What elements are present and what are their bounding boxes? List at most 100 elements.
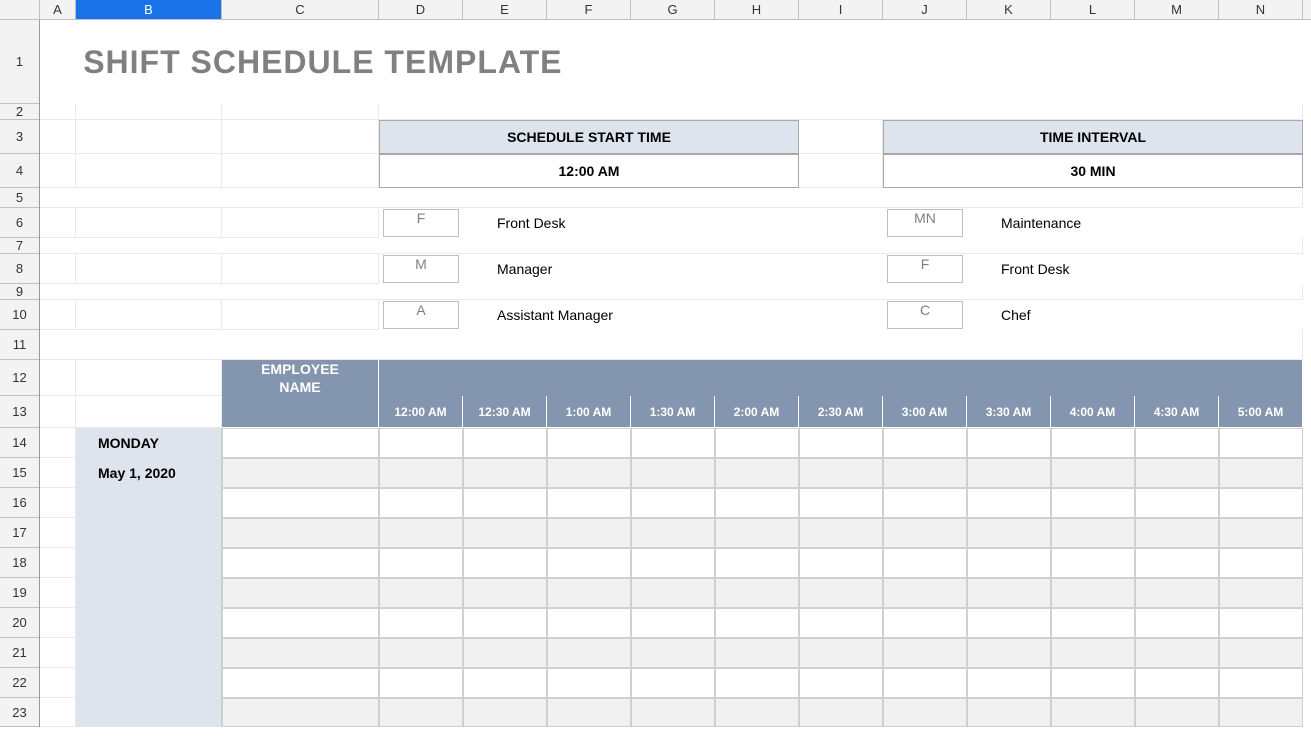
- day-col-blank[interactable]: [76, 668, 222, 698]
- legend-code-F2[interactable]: F: [887, 255, 963, 283]
- data-cell[interactable]: [379, 488, 463, 518]
- row-header-23[interactable]: 23: [0, 698, 39, 727]
- time-header-bar[interactable]: [379, 360, 1303, 396]
- col-header-M[interactable]: M: [1135, 0, 1219, 19]
- cell-A16[interactable]: [40, 488, 76, 518]
- data-cell[interactable]: [1135, 608, 1219, 638]
- select-all-corner[interactable]: [0, 0, 40, 19]
- data-cell[interactable]: [1135, 548, 1219, 578]
- data-cell[interactable]: [547, 518, 631, 548]
- employee-cell-17[interactable]: [222, 518, 379, 548]
- data-cell[interactable]: [715, 488, 799, 518]
- employee-name-header-top[interactable]: EMPLOYEENAME: [222, 360, 379, 396]
- time-col-2[interactable]: 1:00 AM: [547, 396, 631, 428]
- time-col-9[interactable]: 4:30 AM: [1135, 396, 1219, 428]
- row-header-16[interactable]: 16: [0, 488, 39, 518]
- cell-A10[interactable]: [40, 300, 76, 330]
- cell-A6[interactable]: [40, 208, 76, 238]
- cell-A18[interactable]: [40, 548, 76, 578]
- data-cell[interactable]: [799, 668, 883, 698]
- cell-A22[interactable]: [40, 668, 76, 698]
- data-cell[interactable]: [1051, 608, 1135, 638]
- legend-label-maintenance[interactable]: Maintenance: [967, 208, 1303, 238]
- row-header-12[interactable]: 12: [0, 360, 39, 396]
- data-cell[interactable]: [1219, 698, 1303, 727]
- data-cell[interactable]: [379, 698, 463, 727]
- data-cell[interactable]: [799, 428, 883, 458]
- data-cell[interactable]: [463, 638, 547, 668]
- row-header-2[interactable]: 2: [0, 104, 39, 120]
- data-cell[interactable]: [1135, 668, 1219, 698]
- data-cell[interactable]: [631, 488, 715, 518]
- time-col-3[interactable]: 1:30 AM: [631, 396, 715, 428]
- data-cell[interactable]: [1219, 608, 1303, 638]
- data-cell[interactable]: [379, 518, 463, 548]
- data-cell[interactable]: [1219, 488, 1303, 518]
- row-header-4[interactable]: 4: [0, 154, 39, 188]
- data-cell[interactable]: [1051, 668, 1135, 698]
- employee-cell-16[interactable]: [222, 488, 379, 518]
- data-cell[interactable]: [1135, 458, 1219, 488]
- data-cell[interactable]: [715, 548, 799, 578]
- row-header-18[interactable]: 18: [0, 548, 39, 578]
- legend-code-M[interactable]: M: [383, 255, 459, 283]
- data-cell[interactable]: [463, 668, 547, 698]
- time-col-1[interactable]: 12:30 AM: [463, 396, 547, 428]
- day-col-blank[interactable]: [76, 578, 222, 608]
- data-cell[interactable]: [631, 698, 715, 727]
- day-col-blank[interactable]: [76, 488, 222, 518]
- data-cell[interactable]: [1135, 698, 1219, 727]
- row-header-9[interactable]: 9: [0, 284, 39, 300]
- data-cell[interactable]: [883, 518, 967, 548]
- data-cell[interactable]: [463, 488, 547, 518]
- data-cell[interactable]: [883, 488, 967, 518]
- cell-row5[interactable]: [40, 188, 1303, 208]
- data-cell[interactable]: [883, 668, 967, 698]
- col-header-N[interactable]: N: [1219, 0, 1303, 19]
- time-interval-value[interactable]: 30 MIN: [883, 154, 1303, 188]
- data-cell[interactable]: [715, 518, 799, 548]
- data-cell[interactable]: [547, 608, 631, 638]
- data-cell[interactable]: [463, 458, 547, 488]
- legend-code-MN[interactable]: MN: [887, 209, 963, 237]
- data-cell[interactable]: [1219, 638, 1303, 668]
- col-header-F[interactable]: F: [547, 0, 631, 19]
- col-header-H[interactable]: H: [715, 0, 799, 19]
- row-header-22[interactable]: 22: [0, 668, 39, 698]
- row-header-1[interactable]: 1: [0, 20, 39, 104]
- cell-row9[interactable]: [40, 284, 1303, 300]
- row-header-17[interactable]: 17: [0, 518, 39, 548]
- data-cell[interactable]: [631, 668, 715, 698]
- cell-row11[interactable]: [40, 330, 1303, 360]
- data-cell[interactable]: [547, 638, 631, 668]
- cell-B8[interactable]: [76, 254, 222, 284]
- cell-row7[interactable]: [40, 238, 1303, 254]
- data-cell[interactable]: [631, 638, 715, 668]
- cell-A3[interactable]: [40, 120, 76, 154]
- data-cell[interactable]: [1051, 518, 1135, 548]
- employee-cell-23[interactable]: [222, 698, 379, 727]
- data-cell[interactable]: [547, 698, 631, 727]
- schedule-start-time-label[interactable]: SCHEDULE START TIME: [379, 120, 799, 154]
- data-cell[interactable]: [379, 608, 463, 638]
- cell-A21[interactable]: [40, 638, 76, 668]
- cell-A8[interactable]: [40, 254, 76, 284]
- data-cell[interactable]: [967, 608, 1051, 638]
- col-header-B[interactable]: B: [76, 0, 222, 19]
- legend-code-F[interactable]: F: [383, 209, 459, 237]
- time-col-4[interactable]: 2:00 AM: [715, 396, 799, 428]
- legend-label-assistant-manager[interactable]: Assistant Manager: [463, 300, 799, 330]
- cell-B3[interactable]: [76, 120, 222, 154]
- data-cell[interactable]: [715, 428, 799, 458]
- data-cell[interactable]: [1135, 638, 1219, 668]
- cell-B12[interactable]: [76, 360, 222, 396]
- data-cell[interactable]: [967, 488, 1051, 518]
- day-date[interactable]: May 1, 2020: [76, 458, 222, 488]
- cell-A2[interactable]: [40, 104, 76, 120]
- cell-B10[interactable]: [76, 300, 222, 330]
- cell-A19[interactable]: [40, 578, 76, 608]
- data-cell[interactable]: [883, 578, 967, 608]
- employee-cell-21[interactable]: [222, 638, 379, 668]
- data-cell[interactable]: [631, 458, 715, 488]
- data-cell[interactable]: [799, 488, 883, 518]
